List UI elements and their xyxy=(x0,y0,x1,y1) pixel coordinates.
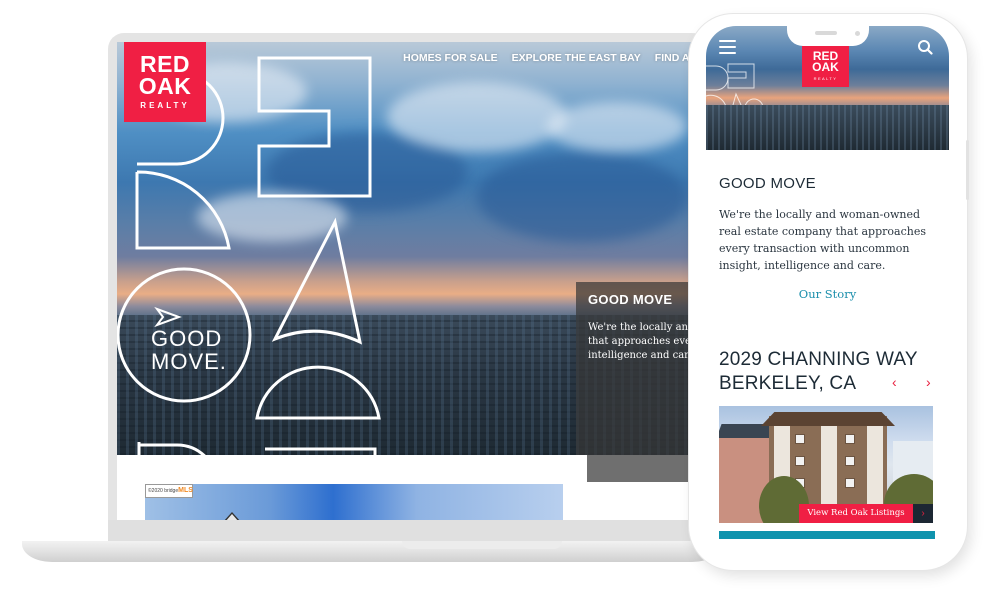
outline-d-mid xyxy=(135,170,231,250)
panel-text-line: We're the locally and w xyxy=(588,322,697,333)
hamburger-icon[interactable] xyxy=(719,40,736,54)
listing-address: 2029 CHANNING WAY BERKELEY, CA xyxy=(719,348,918,396)
phone-notch xyxy=(787,26,869,46)
nav-homes-for-sale[interactable]: HOMES FOR SALE xyxy=(403,52,498,64)
panel-text-line: that approaches every xyxy=(588,336,697,347)
mls-brand: MLS xyxy=(178,487,193,494)
address-line2: BERKELEY, CA xyxy=(719,373,857,394)
phone-logo[interactable]: RED OAK REALTY xyxy=(802,46,849,87)
laptop-screen: GOOD MOVE. RED OAK REALTY HOMES FOR SALE… xyxy=(117,42,697,520)
chevron-right-icon[interactable]: › xyxy=(913,504,933,523)
listing-photo[interactable]: View Red Oak Listings › xyxy=(719,406,933,523)
panel-title: GOOD MOVE xyxy=(588,292,673,307)
address-line1: 2029 CHANNING WAY xyxy=(719,349,918,370)
desktop-nav: HOMES FOR SALE EXPLORE THE EAST BAY FIND… xyxy=(403,52,697,64)
chevron-right-icon[interactable]: › xyxy=(926,374,931,390)
roof-peak xyxy=(223,512,241,520)
phone-screen: RED OAK REALTY GOOD MOVE We're the local… xyxy=(706,26,949,556)
nav-explore-east-bay[interactable]: EXPLORE THE EAST BAY xyxy=(512,52,641,64)
phone-speaker xyxy=(815,31,837,35)
outline-e-block xyxy=(257,56,372,198)
phone-camera xyxy=(855,31,860,36)
outline-triangle xyxy=(271,217,363,345)
search-icon[interactable] xyxy=(917,39,933,55)
logo-line3: REALTY xyxy=(140,101,190,110)
our-story-link[interactable]: Our Story xyxy=(706,287,949,301)
laptop-chin xyxy=(108,520,708,541)
phone-side-button xyxy=(966,140,969,200)
good-move-panel: GOOD MOVE We're the locally and w that a… xyxy=(576,282,697,482)
section-title: GOOD MOVE xyxy=(719,175,816,192)
hero-badge-line1: GOOD xyxy=(151,326,223,351)
panel-text-line: intelligence and care. xyxy=(588,350,697,361)
logo-line2: OAK xyxy=(138,73,192,99)
mls-prefix: ©2020 bridge xyxy=(148,488,179,494)
logo[interactable]: RED OAK REALTY xyxy=(124,42,206,122)
section-text: We're the locally and woman-owned real e… xyxy=(719,208,926,272)
laptop-base xyxy=(22,541,722,562)
chevron-left-icon[interactable]: ‹ xyxy=(892,374,897,390)
play-triangle-icon xyxy=(154,306,182,328)
phone-content: GOOD MOVE We're the locally and woman-ow… xyxy=(706,150,949,556)
listing-image[interactable] xyxy=(145,484,563,520)
logo-line1: RED xyxy=(139,51,191,77)
teal-bar xyxy=(719,531,935,539)
hero-badge-line2: MOVE. xyxy=(151,349,227,374)
phone-logo-line3: REALTY xyxy=(813,76,838,81)
laptop-notch xyxy=(402,541,562,549)
outline-half-circle xyxy=(255,365,381,420)
view-listings-button[interactable]: View Red Oak Listings xyxy=(799,504,913,523)
mls-badge: ©2020 bridgeMLS xyxy=(145,484,193,498)
phone-logo-line2: OAK xyxy=(812,60,839,74)
